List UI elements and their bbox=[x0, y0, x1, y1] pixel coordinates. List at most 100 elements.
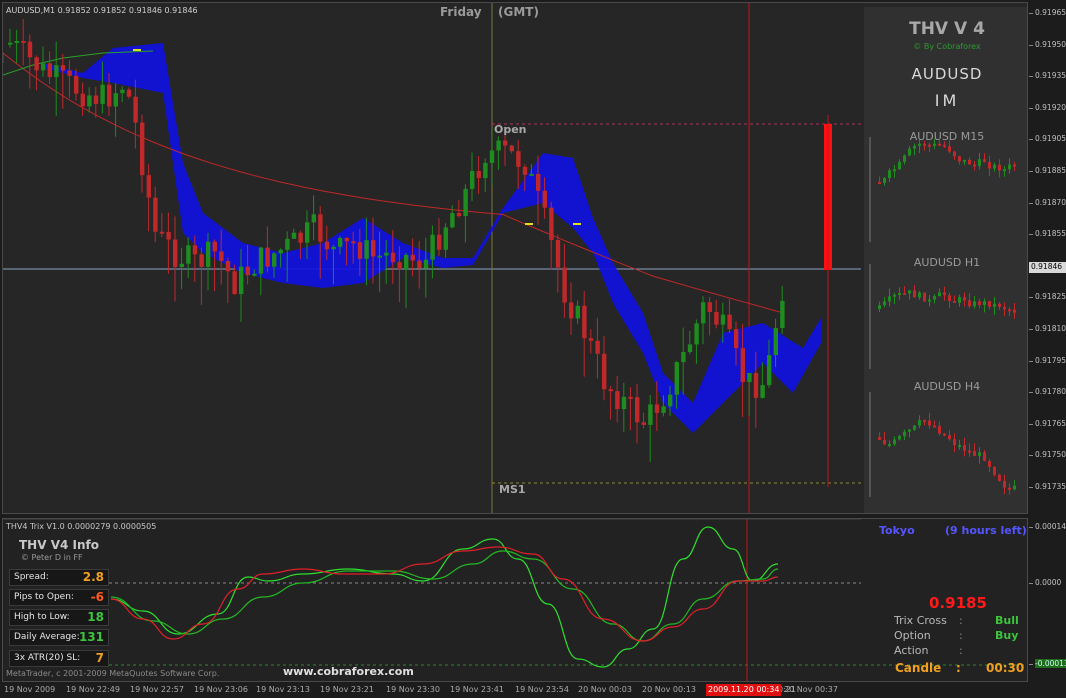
time-tick: 20 Nov 00:03 bbox=[578, 685, 632, 694]
candle-body bbox=[635, 397, 640, 423]
candle-body bbox=[575, 305, 580, 319]
info-byline: © Peter D in FF bbox=[21, 553, 83, 562]
mini-candle-body bbox=[943, 433, 946, 436]
candle-body bbox=[100, 84, 105, 104]
info-value: 131 bbox=[78, 630, 104, 644]
time-tick: 20 Nov 00:13 bbox=[642, 685, 696, 694]
trix-signal-line-dark bbox=[110, 550, 779, 642]
mini-candle-body bbox=[948, 295, 951, 301]
price-tick: 0.91855 bbox=[1028, 229, 1066, 239]
info-value: -6 bbox=[90, 590, 104, 604]
copyright-text: MetaTrader, c 2001-2009 MetaQuotes Softw… bbox=[6, 669, 220, 678]
time-tick: 19 Nov 23:21 bbox=[320, 685, 374, 694]
candle-body bbox=[8, 42, 13, 45]
candle-body bbox=[753, 373, 759, 398]
candle-body bbox=[437, 234, 442, 250]
mini-candle-body bbox=[918, 292, 921, 298]
candle-body bbox=[179, 263, 184, 268]
candle-body bbox=[212, 241, 217, 252]
candle-body bbox=[265, 247, 270, 267]
candle-body bbox=[278, 249, 283, 254]
info-title: THV V4 Info bbox=[19, 538, 99, 552]
candle-body bbox=[588, 338, 594, 341]
trix-axis-tick: 0.0000 bbox=[1028, 578, 1062, 587]
candle-body bbox=[529, 173, 534, 176]
mini-candle-body bbox=[928, 299, 931, 302]
candle-body bbox=[166, 231, 171, 240]
price-tick: 0.91920 bbox=[1028, 102, 1066, 112]
candle-body bbox=[21, 40, 26, 43]
status-sep: : bbox=[956, 661, 961, 675]
info-label: High to Low: bbox=[14, 612, 70, 622]
mini-candle-body bbox=[973, 451, 976, 456]
price-tick: 0.91905 bbox=[1028, 134, 1066, 144]
mini-candle-body bbox=[958, 156, 961, 162]
candle-body bbox=[740, 348, 745, 383]
candle-body bbox=[93, 95, 99, 104]
mini-candle-body bbox=[993, 303, 996, 307]
candle-body bbox=[621, 396, 627, 410]
candle-body bbox=[747, 373, 752, 383]
mini-candle-body bbox=[958, 297, 961, 303]
mini-candle-body bbox=[998, 474, 1001, 481]
candle-body bbox=[390, 252, 396, 263]
mini-candle-body bbox=[943, 292, 946, 296]
mini-candle-body bbox=[973, 301, 976, 307]
candle-body bbox=[450, 213, 455, 228]
trix-signal-line-light bbox=[110, 526, 779, 668]
candle-body bbox=[159, 231, 165, 234]
time-axis[interactable]: 19 Nov 2009 19 Nov 22:49 19 Nov 22:57 19 No… bbox=[0, 683, 1066, 698]
candle-body bbox=[608, 389, 613, 392]
candle-body bbox=[245, 266, 250, 276]
mini-candle-body bbox=[923, 292, 926, 302]
price-axis[interactable]: 0.91965 0.91950 0.91935 0.91920 0.91905 0.918… bbox=[1028, 0, 1066, 682]
mini-candle-body bbox=[983, 159, 986, 163]
mini-candle-body bbox=[933, 425, 936, 428]
mini-candle-body bbox=[1013, 164, 1016, 167]
candle-body bbox=[720, 314, 726, 325]
candle-body bbox=[404, 254, 409, 270]
candle-body bbox=[483, 162, 488, 179]
info-value: 2.8 bbox=[82, 570, 104, 584]
candle-body bbox=[734, 329, 739, 349]
candle-body bbox=[615, 391, 620, 410]
time-tick: 19 Nov 23:41 bbox=[450, 685, 504, 694]
trix-indicator-window[interactable]: THV4 Trix V1.0 0.0000279 0.0000505 THV V… bbox=[2, 518, 1028, 682]
candle-body bbox=[272, 253, 277, 267]
time-tick: 19 Nov 22:49 bbox=[66, 685, 120, 694]
candle-body bbox=[120, 89, 125, 94]
symbol-header: AUDUSD,M1 0.91852 0.91852 0.91846 0.9184… bbox=[6, 6, 198, 15]
mini-candle-body bbox=[1008, 487, 1011, 490]
candle-body bbox=[516, 151, 521, 167]
ms1-label: MS1 bbox=[499, 483, 526, 496]
candle-body bbox=[67, 70, 72, 76]
candle-body bbox=[509, 145, 514, 152]
candle-body bbox=[443, 227, 448, 250]
mini-candle-body bbox=[913, 290, 916, 298]
candle-body bbox=[27, 41, 33, 58]
mini-candle-body bbox=[938, 143, 941, 146]
mini-candle-body bbox=[933, 143, 936, 146]
candle-body bbox=[357, 242, 363, 259]
mini-candle-body bbox=[883, 177, 886, 184]
info-row-pips-to-open: Pips to Open: -6 bbox=[9, 589, 109, 606]
time-tick: 19 Nov 23:13 bbox=[256, 685, 310, 694]
mini-candle-body bbox=[968, 300, 971, 307]
trix-axis-tick: -0.00013 bbox=[1029, 659, 1066, 668]
status-label-trix: Trix Cross bbox=[894, 614, 947, 627]
mini-candle-body bbox=[988, 460, 991, 467]
session-name: Tokyo bbox=[879, 524, 915, 537]
candle-body bbox=[60, 65, 66, 71]
mini-candle-body bbox=[933, 296, 936, 300]
candle-body bbox=[34, 57, 39, 71]
mini-candle-body bbox=[1003, 480, 1006, 488]
main-chart[interactable]: AUDUSD,M1 0.91852 0.91852 0.91846 0.9184… bbox=[2, 2, 1028, 514]
candle-body bbox=[476, 170, 481, 179]
mini-candle-body bbox=[1003, 169, 1006, 172]
candle-label: Candle bbox=[895, 661, 942, 675]
candle-body bbox=[107, 84, 112, 107]
mini-candle-body bbox=[993, 466, 996, 475]
price-tick: 0.91950 bbox=[1028, 39, 1066, 49]
candle-body bbox=[595, 340, 600, 354]
candle-body bbox=[377, 255, 382, 258]
